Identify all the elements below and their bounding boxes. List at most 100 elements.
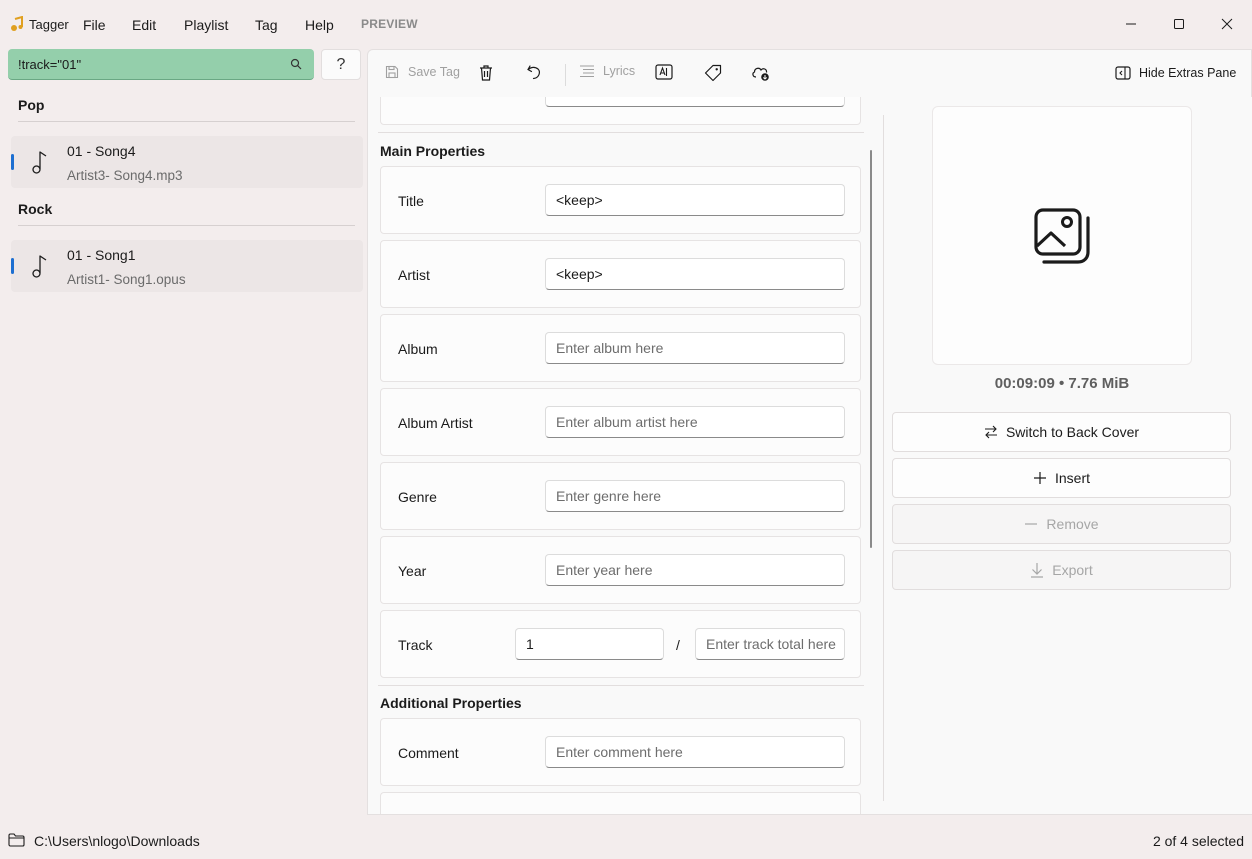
property-card [380,792,861,814]
song-title: 01 - Song4 [67,143,136,159]
lyrics-icon [580,65,594,78]
selection-count: 2 of 4 selected [1152,833,1244,849]
title-card: Title <keep> [380,166,861,234]
switch-cover-label: Switch to Back Cover [1005,424,1140,440]
menu-help[interactable]: Help [305,17,334,33]
hide-extras-button[interactable]: Hide Extras Pane [1115,66,1236,80]
list-item-song[interactable]: 01 - Song4 Artist3- Song4.mp3 [11,136,363,188]
trash-icon [480,65,492,81]
scrollbar-thumb[interactable] [870,150,872,548]
toolbar: Save Tag Lyrics Hide Extras Pane [367,49,1252,97]
search-query: !track="01" [18,57,82,72]
app-logo-icon [10,16,24,32]
export-label: Export [1052,562,1093,578]
close-button[interactable] [1215,12,1239,36]
save-tag-button[interactable]: Save Tag [384,64,460,80]
switch-cover-button[interactable]: Switch to Back Cover [892,412,1231,452]
menu-playlist[interactable]: Playlist [184,17,228,33]
list-item-song[interactable]: 01 - Song1 Artist1- Song1.opus [11,240,363,292]
menu-edit[interactable]: Edit [132,17,156,33]
song-filename: Artist3- Song4.mp3 [67,168,183,183]
close-icon [1221,18,1233,30]
swap-icon [984,425,997,439]
current-folder-path[interactable]: C:\Users\nlogo\Downloads [34,833,200,849]
search-input[interactable]: !track="01" [8,49,314,80]
insert-label: Insert [1054,470,1090,486]
save-tag-label: Save Tag [408,65,460,79]
album-input[interactable]: Enter album here [545,332,845,364]
album-card: Album Enter album here [380,314,861,382]
year-input[interactable]: Enter year here [545,554,845,586]
pane-toggle-icon [1115,66,1131,80]
minus-icon [1025,523,1038,525]
track-label: Track [398,637,433,653]
comment-input[interactable]: Enter comment here [545,736,845,768]
app-title: Tagger [29,17,69,32]
album-artist-input[interactable]: Enter album artist here [545,406,845,438]
translate-button[interactable] [655,64,673,80]
minimize-button[interactable] [1119,12,1143,36]
maximize-icon [1174,19,1184,29]
genre-label: Genre [398,489,437,505]
delete-button[interactable] [478,64,494,82]
undo-icon [527,65,540,80]
tag-icon [704,64,722,82]
title-input[interactable]: <keep> [545,184,845,216]
cloud-download-icon [752,67,769,81]
group-divider [18,225,355,226]
main-properties-heading: Main Properties [380,143,486,159]
group-divider [18,121,355,122]
artist-card: Artist <keep> [380,240,861,308]
track-separator: / [676,637,680,653]
download-icon [1031,563,1044,578]
comment-card: Comment Enter comment here [380,718,861,786]
selection-indicator [11,258,14,274]
save-icon [385,65,399,79]
artist-label: Artist [398,267,430,283]
maximize-button[interactable] [1167,12,1191,36]
extras-pane: 00:09:09 • 7.76 MiB Switch to Back Cover… [883,97,1252,815]
cloud-fetch-button[interactable] [751,64,771,82]
album-art-frame[interactable] [932,106,1192,365]
plus-icon [1033,472,1046,484]
preview-badge: PREVIEW [361,17,418,31]
album-artist-label: Album Artist [398,415,473,431]
search-icon[interactable] [290,58,302,70]
lyrics-button[interactable]: Lyrics [579,64,635,78]
lyrics-label: Lyrics [603,64,636,78]
music-note-icon [31,149,49,175]
minimize-icon [1126,23,1136,25]
group-header-pop: Pop [18,97,45,113]
track-total-input[interactable]: Enter track total here [695,628,845,660]
genre-input[interactable]: Enter genre here [545,480,845,512]
pane-divider [883,115,884,801]
track-number-input[interactable]: 1 [515,628,664,660]
property-card [380,97,861,125]
track-card: Track 1 / Enter track total here [380,610,861,678]
tag-button[interactable] [704,64,722,82]
title-label: Title [398,193,424,209]
additional-properties-heading: Additional Properties [380,695,522,711]
property-input[interactable] [545,97,845,107]
year-card: Year Enter year here [380,536,861,604]
undo-button[interactable] [526,64,542,80]
export-button[interactable]: Export [892,550,1231,590]
artist-input[interactable]: <keep> [545,258,845,290]
section-divider [378,685,864,686]
menu-file[interactable]: File [83,17,106,33]
search-help-button[interactable]: ? [321,49,361,80]
toolbar-divider [565,64,566,86]
remove-button[interactable]: Remove [892,504,1231,544]
menu-tag[interactable]: Tag [255,17,278,33]
song-filename: Artist1- Song1.opus [67,272,186,287]
image-placeholder-icon [1034,208,1090,264]
group-header-rock: Rock [18,201,53,217]
folder-icon [8,833,25,847]
music-note-icon [31,253,49,279]
translate-icon [655,64,673,80]
insert-button[interactable]: Insert [892,458,1231,498]
album-artist-card: Album Artist Enter album artist here [380,388,861,456]
year-label: Year [398,563,427,579]
hide-extras-label: Hide Extras Pane [1139,66,1237,80]
title-bar: Tagger File Edit Playlist Tag Help PREVI… [0,0,1252,48]
